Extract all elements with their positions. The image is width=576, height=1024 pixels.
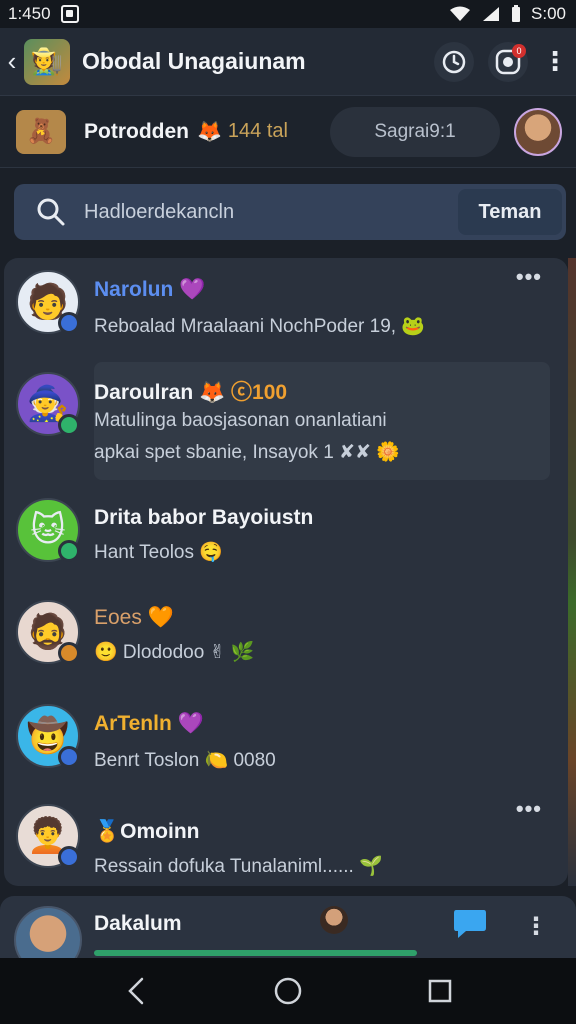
- profile-row[interactable]: 🧸 Potrodden 🦊 144 tal Sagrai9:1: [0, 96, 576, 168]
- status-time: 1:450: [8, 4, 51, 23]
- chat-name: Drita babor Bayoiustn: [94, 506, 314, 529]
- chat-name: Narolun 💜: [94, 278, 206, 301]
- avatar[interactable]: 🐱: [16, 498, 80, 562]
- status-badge-icon: [58, 846, 80, 868]
- avatar[interactable]: 🧔: [16, 600, 80, 664]
- avatar[interactable]: 🧑‍🦱: [16, 804, 80, 868]
- status-badge-icon: [58, 746, 80, 768]
- signal-icon: [483, 7, 500, 21]
- search-bar[interactable]: Hadloerdekancln Teman: [14, 184, 566, 240]
- mini-avatar: [320, 906, 348, 934]
- status-badge-icon: [58, 414, 80, 436]
- chat-name: ArTenln 💜: [94, 712, 204, 735]
- camera-icon[interactable]: 0: [488, 41, 528, 82]
- notification-icon: [60, 5, 79, 23]
- wifi-icon: [450, 6, 471, 21]
- chat-item[interactable]: 🧑 Narolun 💜 Reboalad Mraalaani NochPoder…: [4, 258, 568, 362]
- chat-bubble-icon[interactable]: [452, 906, 488, 940]
- more-horiz-icon[interactable]: •••: [516, 796, 542, 822]
- back-nav-icon[interactable]: [111, 966, 161, 1016]
- avatar[interactable]: 🧑: [16, 270, 80, 334]
- profile-avatar[interactable]: [514, 107, 562, 156]
- avatar[interactable]: 🤠: [16, 704, 80, 768]
- status-badge-icon: [58, 642, 80, 664]
- back-icon[interactable]: ‹: [2, 44, 22, 80]
- avatar[interactable]: [14, 906, 82, 958]
- status-badge-icon: [58, 312, 80, 334]
- chat-message-line1: Matulinga baosjasonan onanlatiani: [94, 410, 387, 431]
- notification-badge: 0: [512, 43, 526, 58]
- profile-emoji-icon: 🦊: [197, 121, 222, 143]
- chat-name: Eoes 🧡: [94, 606, 174, 629]
- clock-icon[interactable]: [434, 41, 474, 82]
- chat-name: Daroulran 🦊 ⓒ100: [94, 381, 288, 404]
- avatar[interactable]: 🧙: [16, 372, 80, 436]
- search-input[interactable]: Hadloerdekancln: [84, 201, 458, 224]
- chat-message: Hant Teolos 🤤: [94, 542, 223, 563]
- search-button[interactable]: Teman: [458, 189, 562, 235]
- progress-bar: [94, 950, 417, 956]
- system-nav-bar: [0, 958, 576, 1024]
- profile-name: Potrodden: [84, 119, 189, 143]
- recents-nav-icon[interactable]: [415, 966, 465, 1016]
- battery-icon: [512, 5, 521, 22]
- status-badge-icon: [58, 540, 80, 562]
- chat-message: 🙂 Dlododoo ✌ 🌿: [94, 642, 255, 663]
- chat-item[interactable]: 🧔 Eoes 🧡 🙂 Dlododoo ✌ 🌿: [4, 584, 568, 688]
- chat-message: Benrt Toslon 🍋 0080: [94, 750, 276, 771]
- chat-message-line2: apkai spet sbanie, Insayok 1 ✘✘ 🌼: [94, 442, 400, 463]
- more-vert-icon[interactable]: ⋮: [542, 46, 568, 77]
- chat-message: Ressain dofuka Tunalaniml...... 🌱: [94, 856, 383, 877]
- app-bar: ‹ 🧑‍🌾 Obodal Unagaiunam 0 ⋮: [0, 28, 576, 96]
- chat-name: 🏅Omoinn: [94, 820, 200, 843]
- chat-name-extra: 🦊 ⓒ100: [199, 381, 288, 404]
- chat-list: 🧑 Narolun 💜 Reboalad Mraalaani NochPoder…: [4, 258, 568, 886]
- bottom-chat-item[interactable]: Dakalum ⋮: [0, 896, 576, 958]
- status-bar: 1:450 S:00: [0, 0, 576, 28]
- profile-count: 144 tal: [227, 120, 288, 142]
- app-logo-icon: 🧑‍🌾: [24, 38, 70, 85]
- chat-message: Reboalad Mraalaani NochPoder 19, 🐸: [94, 316, 426, 337]
- profile-logo-icon: 🧸: [16, 109, 66, 154]
- chat-item[interactable]: 🤠 ArTenln 💜 Benrt Toslon 🍋 0080: [4, 688, 568, 792]
- more-vert-icon[interactable]: ⋮: [524, 912, 548, 941]
- search-icon: [34, 195, 68, 229]
- search-section: Hadloerdekancln Teman: [0, 168, 576, 252]
- background-edge: [568, 258, 576, 886]
- home-nav-icon[interactable]: [263, 966, 313, 1016]
- chat-item[interactable]: 🧙 Daroulran 🦊 ⓒ100 Matulinga baosjasonan…: [4, 362, 568, 480]
- chat-item[interactable]: 🐱 Drita babor Bayoiustn Hant Teolos 🤤: [4, 480, 568, 584]
- status-right-time: S:00: [531, 4, 566, 23]
- app-title: Obodal Unagaiunam: [82, 48, 306, 74]
- chat-name: Dakalum: [94, 912, 182, 935]
- profile-pill-button[interactable]: Sagrai9:1: [330, 106, 500, 157]
- chat-item[interactable]: 🧑‍🦱 🏅Omoinn Ressain dofuka Tunalaniml...…: [4, 792, 568, 886]
- more-horiz-icon[interactable]: •••: [516, 264, 542, 290]
